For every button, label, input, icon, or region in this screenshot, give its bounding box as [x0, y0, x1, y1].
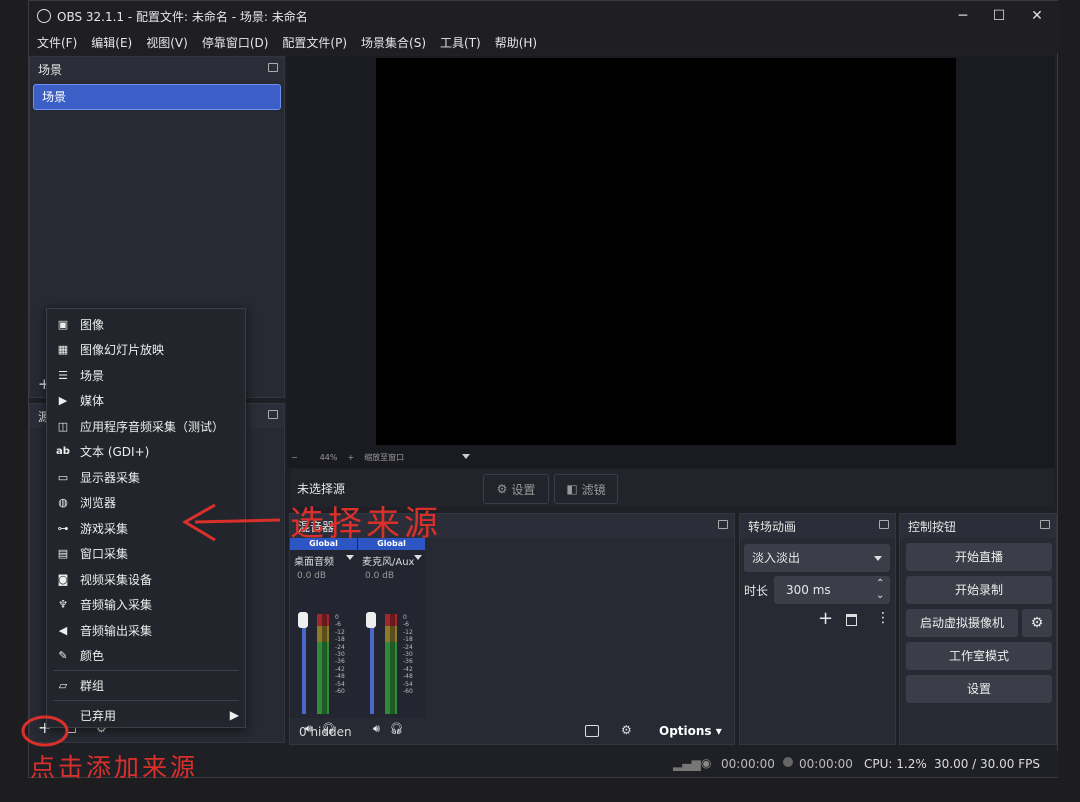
- annotation-circle: [21, 715, 69, 747]
- annotation-click-add: 点击添加来源: [30, 753, 199, 782]
- annotation-arrow: [182, 503, 281, 542]
- annotation-overlay: [21, 503, 281, 747]
- annotation-choose-source: 选择来源: [290, 504, 442, 544]
